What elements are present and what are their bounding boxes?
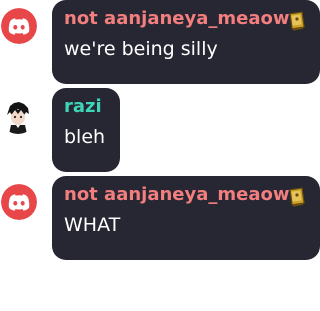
book-badge-icon	[288, 186, 308, 208]
author-name[interactable]: not aanjaneya_meaow	[64, 184, 289, 206]
message-bubble: not aanjaneya_meaow WHAT	[52, 176, 320, 260]
author-name[interactable]: not aanjaneya_meaow	[64, 8, 289, 30]
message-text: we're being silly	[64, 38, 218, 60]
message-text: WHAT	[64, 214, 121, 236]
chat-message: razi bleh	[0, 88, 320, 172]
book-badge-icon	[288, 10, 308, 32]
avatar[interactable]	[0, 98, 36, 134]
discord-logo-icon	[1, 8, 37, 44]
author-name[interactable]: razi	[64, 96, 102, 118]
chat-message: not aanjaneya_meaow WHAT	[0, 176, 320, 264]
chat-message: not aanjaneya_meaow we're being silly	[0, 0, 320, 88]
message-text: bleh	[64, 126, 106, 148]
avatar[interactable]	[1, 8, 37, 44]
message-bubble: razi bleh	[52, 88, 120, 172]
message-bubble: not aanjaneya_meaow we're being silly	[52, 0, 320, 84]
chat-log: not aanjaneya_meaow we're being silly ra…	[0, 0, 320, 311]
discord-logo-icon	[1, 184, 37, 220]
anime-boy-icon	[0, 98, 36, 134]
avatar[interactable]	[1, 184, 37, 220]
